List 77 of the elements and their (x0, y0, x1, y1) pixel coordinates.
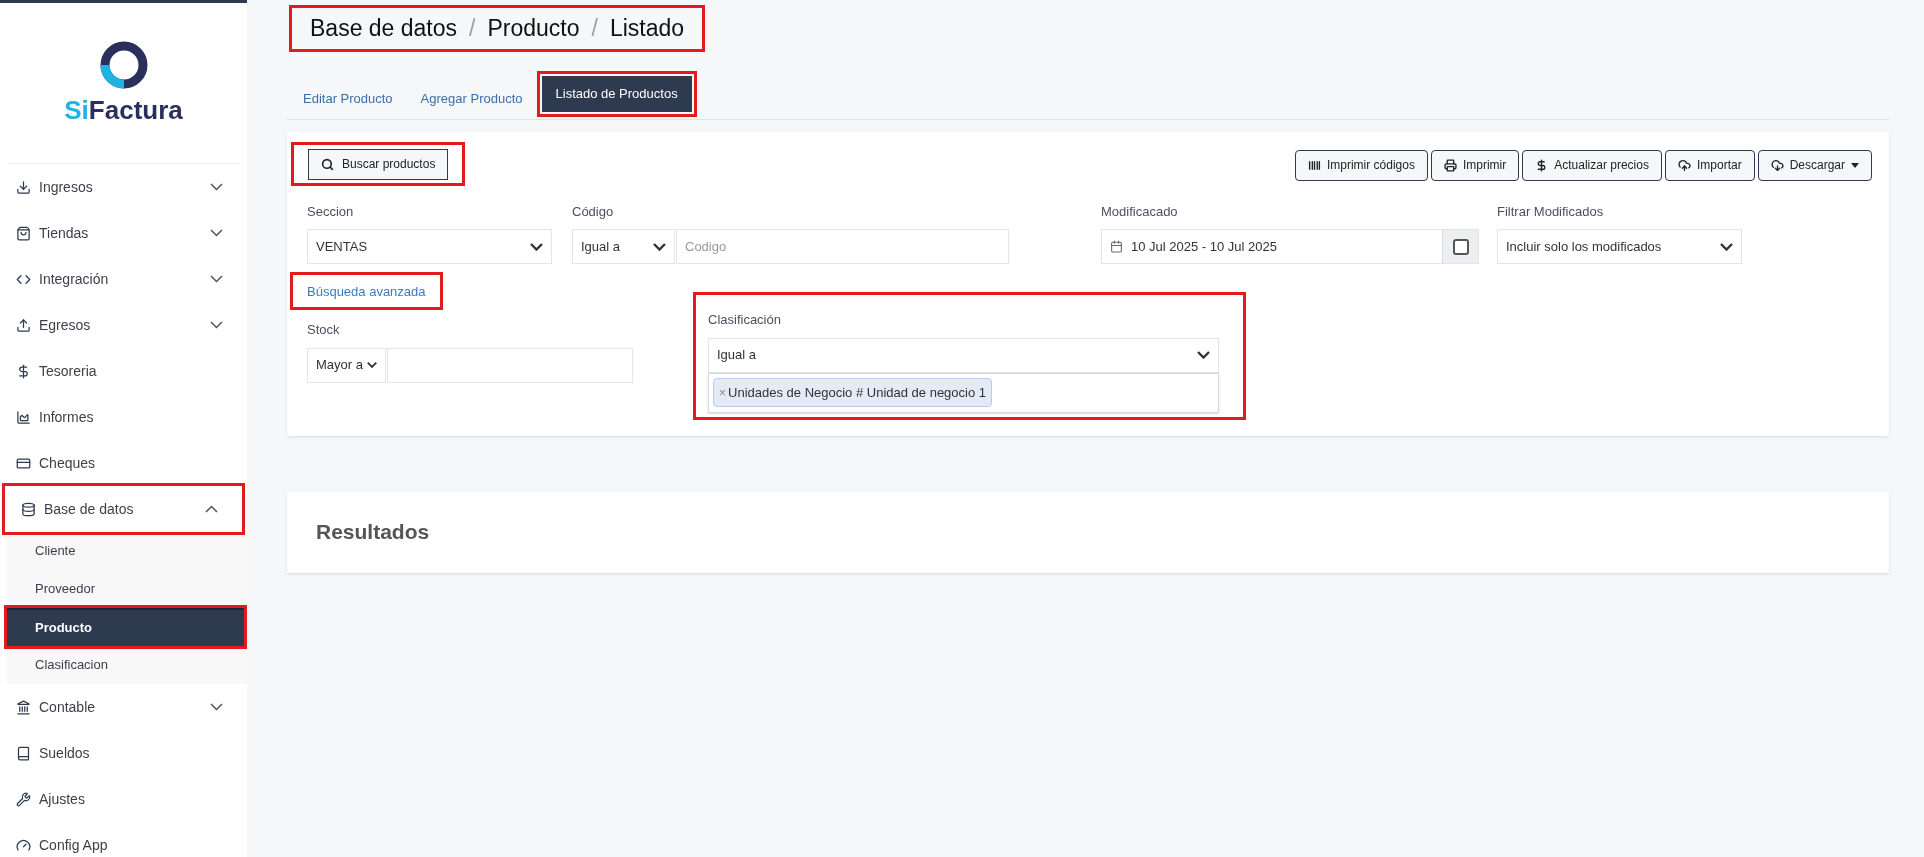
submenu-item[interactable]: Clasificacion (7, 646, 247, 684)
toolbar-button[interactable]: Importar (1664, 149, 1755, 181)
menu-icon (16, 409, 31, 425)
breadcrumb-item[interactable]: Producto (487, 11, 580, 46)
chevron-down-icon (1720, 242, 1733, 251)
submenu-item[interactable]: Proveedor (7, 570, 247, 608)
field-label: Seccion (307, 202, 355, 221)
sidebar-item[interactable]: Tesoreria (0, 348, 247, 394)
breadcrumb-item[interactable]: Base de datos (310, 11, 458, 46)
tag-dropdown[interactable]: ×Unidades de Negocio # Unidad de negocio 1 (708, 372, 1219, 413)
toolbar-icon (1443, 158, 1457, 172)
search-icon (321, 157, 334, 171)
sidebar-item[interactable]: Informes (0, 394, 247, 440)
field-label: Stock (307, 321, 341, 339)
logo-ring-icon (98, 39, 149, 90)
field-label: Filtrar Modificados (1497, 202, 1605, 221)
toolbar-icon (1307, 158, 1321, 172)
select-field[interactable]: Incluir solo los modificados (1497, 229, 1742, 264)
sidebar-item[interactable]: Base de datos (5, 486, 242, 532)
sidebar-item[interactable]: Sueldos (0, 730, 247, 776)
menu-icon (16, 791, 31, 807)
toolbar-icon (1677, 158, 1691, 172)
sidebar-item[interactable]: Cheques (0, 440, 247, 486)
submenu-item[interactable]: Producto (7, 608, 244, 646)
sidebar-item[interactable]: Contable (0, 684, 247, 730)
breadcrumb-item[interactable]: Listado (609, 11, 685, 46)
menu-icon (16, 455, 31, 471)
toolbar-button[interactable]: Descargar (1757, 149, 1872, 181)
chevron-down-icon (210, 275, 223, 283)
stock-input[interactable] (387, 347, 633, 383)
field-label: Modificacado (1101, 202, 1179, 221)
menu-icon (16, 745, 31, 761)
tab[interactable]: Listado de Productos (541, 75, 692, 112)
select-field[interactable]: Igual a (572, 229, 675, 264)
tab[interactable]: Editar Producto (289, 80, 407, 117)
menu-icon (16, 225, 31, 241)
select-field[interactable]: VENTAS (307, 229, 552, 264)
sidebar-item[interactable]: Integración (0, 256, 247, 302)
filter-tag[interactable]: ×Unidades de Negocio # Unidad de negocio 1 (713, 378, 993, 407)
submenu-item[interactable]: Cliente (7, 532, 247, 570)
sidebar-item[interactable]: Ingresos (0, 164, 247, 210)
code-input[interactable]: Codigo (676, 229, 1009, 264)
caret-icon (1851, 162, 1859, 168)
tab[interactable]: Agregar Producto (406, 80, 537, 117)
search-button[interactable]: Buscar productos (308, 148, 449, 180)
toolbar-button[interactable]: Imprimir (1430, 149, 1520, 181)
select-field[interactable]: Igual a (708, 337, 1219, 373)
breadcrumb-separator: / (591, 14, 598, 43)
menu-icon (16, 699, 31, 715)
toolbar-button[interactable]: Imprimir códigos (1294, 149, 1428, 181)
chevron-down-icon (530, 242, 543, 251)
results-title: Resultados (316, 519, 430, 546)
menu-icon (16, 317, 31, 333)
toolbar-icon (1770, 158, 1784, 172)
sidebar-item[interactable]: Egresos (0, 302, 247, 348)
menu-icon (16, 837, 31, 853)
toolbar-button[interactable]: Actualizar precios (1522, 149, 1662, 181)
chevron-down-icon (210, 321, 223, 329)
sidebar-item[interactable]: Tiendas (0, 210, 247, 256)
menu-icon (16, 179, 31, 195)
menu-icon (16, 363, 31, 379)
chevron-down-icon (1197, 351, 1210, 359)
sidebar-item[interactable]: Config App (0, 822, 247, 857)
select-field[interactable]: Mayor a (307, 347, 386, 383)
field-label: Código (572, 202, 615, 221)
menu-icon (21, 501, 36, 517)
advanced-search-link[interactable]: Búsqueda avanzada (307, 284, 426, 299)
chevron-down-icon (210, 229, 223, 237)
breadcrumb-separator: / (469, 14, 476, 43)
chevron-down-icon (653, 242, 666, 251)
chevron-up-icon (205, 505, 218, 513)
chevron-down-icon (210, 183, 223, 191)
field-label: Clasificación (708, 311, 782, 329)
chevron-down-icon (210, 703, 223, 711)
sidebar-item[interactable]: Ajustes (0, 776, 247, 822)
logo-wordmark: SiFactura (64, 93, 183, 127)
chevron-down-icon (366, 361, 377, 369)
